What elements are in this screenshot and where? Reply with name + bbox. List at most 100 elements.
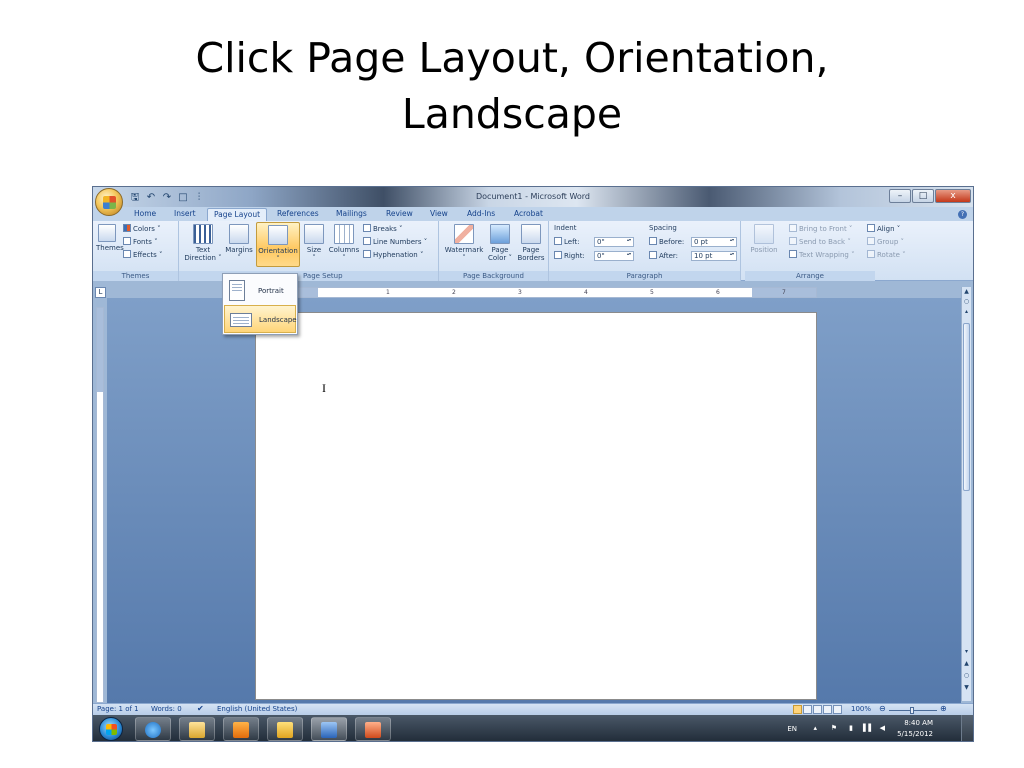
spacing-after-input[interactable]: 10 pt <box>691 251 737 261</box>
tab-insert[interactable]: Insert <box>174 209 196 218</box>
landscape-option[interactable]: Landscape <box>224 305 297 333</box>
proofing-icon[interactable]: ✔ <box>197 704 204 713</box>
margins-button[interactable]: Margins ˅ <box>223 224 255 262</box>
tab-view[interactable]: View <box>430 209 448 218</box>
word-taskbar-icon[interactable] <box>311 717 347 741</box>
colors-button[interactable]: Colors ˅ <box>123 224 161 234</box>
live-meeting-icon[interactable] <box>267 717 303 741</box>
zoom-level[interactable]: 100% <box>851 705 871 713</box>
watermark-button[interactable]: Watermark ˅ <box>444 224 484 262</box>
page-borders-button[interactable]: Page Borders <box>516 224 546 262</box>
tab-references[interactable]: References <box>277 209 319 218</box>
media-player-icon[interactable] <box>223 717 259 741</box>
themes-button[interactable]: Themes <box>96 224 124 252</box>
indent-left-input[interactable]: 0" <box>594 237 634 247</box>
action-center-icon[interactable]: ⚑ <box>831 724 837 732</box>
scroll-up-arrow-icon[interactable]: ▴ <box>962 307 971 316</box>
ruler-number: 4 <box>584 289 588 296</box>
tab-home[interactable]: Home <box>134 209 156 218</box>
orientation-dropdown-arrow: ˅ <box>276 255 280 263</box>
select-browse-object-icon[interactable]: ○ <box>962 671 971 680</box>
tab-selector[interactable]: L <box>95 287 106 298</box>
effects-button[interactable]: Effects ˅ <box>123 250 163 260</box>
document-page[interactable]: I <box>255 312 817 700</box>
text-direction-button[interactable]: Text Direction ˅ <box>183 224 223 262</box>
size-button[interactable]: Size ˅ <box>302 224 326 262</box>
portrait-option[interactable]: Portrait <box>224 277 296 305</box>
help-icon[interactable]: ? <box>958 210 967 219</box>
text-wrapping-button[interactable]: Text Wrapping ˅ <box>789 250 855 260</box>
clock-date[interactable]: 5/15/2012 <box>897 730 933 738</box>
paragraph-group-label: Paragraph <box>549 271 740 281</box>
show-desktop-button[interactable] <box>961 715 973 741</box>
tab-add-ins[interactable]: Add-Ins <box>467 209 495 218</box>
zoom-knob[interactable] <box>910 707 914 714</box>
line-numbers-button[interactable]: Line Numbers ˅ <box>363 237 427 247</box>
align-icon <box>867 224 875 232</box>
send-to-back-button[interactable]: Send to Back ˅ <box>789 237 851 247</box>
show-hidden-icons-icon[interactable]: ▴ <box>813 724 817 732</box>
tab-acrobat[interactable]: Acrobat <box>514 209 543 218</box>
powerpoint-taskbar-icon[interactable] <box>355 717 391 741</box>
indent-right-input[interactable]: 0" <box>594 251 634 261</box>
align-button[interactable]: Align ˅ <box>867 224 900 234</box>
minimize-button[interactable]: – <box>889 189 911 203</box>
fonts-button[interactable]: Fonts ˅ <box>123 237 158 247</box>
margins-icon <box>229 224 249 244</box>
zoom-out-icon[interactable]: ⊖ <box>879 704 886 713</box>
horizontal-ruler[interactable]: 1 2 3 4 5 6 7 <box>253 287 817 298</box>
volume-icon[interactable]: ◀ <box>880 724 885 732</box>
text-wrapping-icon <box>789 250 797 258</box>
rotate-button[interactable]: Rotate ˅ <box>867 250 906 260</box>
zoom-in-icon[interactable]: ⊕ <box>940 704 947 713</box>
rotate-label: Rotate ˅ <box>877 251 906 259</box>
clock-time[interactable]: 8:40 AM <box>904 719 933 727</box>
ruler-number: 2 <box>452 289 456 296</box>
network-icon[interactable]: ▐▐ <box>860 724 871 732</box>
scroll-up-icon[interactable]: ▲ <box>962 287 971 296</box>
breaks-button[interactable]: Breaks ˅ <box>363 224 403 234</box>
start-button[interactable] <box>99 717 123 741</box>
vertical-scrollbar[interactable]: ▲ ○ ▴ ▾ ▲ ○ ▼ <box>961 287 971 701</box>
language-indicator[interactable]: English (United States) <box>217 705 297 713</box>
next-page-icon[interactable]: ▼ <box>962 683 971 692</box>
ruler-toggle-icon[interactable]: ○ <box>962 297 971 306</box>
close-button[interactable]: x <box>935 189 971 203</box>
full-screen-reading-icon[interactable] <box>803 705 812 714</box>
file-explorer-icon[interactable] <box>179 717 215 741</box>
tab-mailings[interactable]: Mailings <box>336 209 367 218</box>
orientation-label: Orientation <box>258 247 298 255</box>
language-bar[interactable]: EN <box>787 725 797 733</box>
hyphenation-button[interactable]: Hyphenation ˅ <box>363 250 423 260</box>
draft-icon[interactable] <box>833 705 842 714</box>
spacing-before-input[interactable]: 0 pt <box>691 237 737 247</box>
scroll-down-arrow-icon[interactable]: ▾ <box>962 647 971 656</box>
maximize-button[interactable]: □ <box>912 189 934 203</box>
bring-to-front-button[interactable]: Bring to Front ˅ <box>789 224 852 234</box>
columns-button[interactable]: Columns ˅ <box>328 224 360 262</box>
vertical-ruler[interactable] <box>96 307 104 703</box>
tab-review[interactable]: Review <box>386 209 413 218</box>
previous-page-icon[interactable]: ▲ <box>962 659 971 668</box>
internet-explorer-icon[interactable] <box>135 717 171 741</box>
breaks-icon <box>363 224 371 232</box>
office-button[interactable] <box>95 188 123 216</box>
word-count[interactable]: Words: 0 <box>151 705 182 713</box>
page-count[interactable]: Page: 1 of 1 <box>97 705 139 713</box>
rotate-icon <box>867 250 875 258</box>
print-layout-icon[interactable] <box>793 705 802 714</box>
indent-left-label-text: Left: <box>564 238 580 246</box>
zoom-slider[interactable]: ⊖ ⊕ <box>879 704 947 714</box>
outline-icon[interactable] <box>823 705 832 714</box>
orientation-button[interactable]: Orientation ˅ <box>256 222 300 267</box>
position-button[interactable]: Position <box>749 224 779 254</box>
line-numbers-icon <box>363 237 371 245</box>
power-icon[interactable]: ▮ <box>849 724 853 732</box>
scrollbar-thumb[interactable] <box>963 323 970 491</box>
spacing-before-label: Before: <box>649 237 684 247</box>
bring-to-front-icon <box>789 224 797 232</box>
tab-page-layout[interactable]: Page Layout <box>207 208 268 222</box>
group-button[interactable]: Group ˅ <box>867 237 904 247</box>
web-layout-icon[interactable] <box>813 705 822 714</box>
page-color-button[interactable]: Page Color ˅ <box>486 224 514 262</box>
